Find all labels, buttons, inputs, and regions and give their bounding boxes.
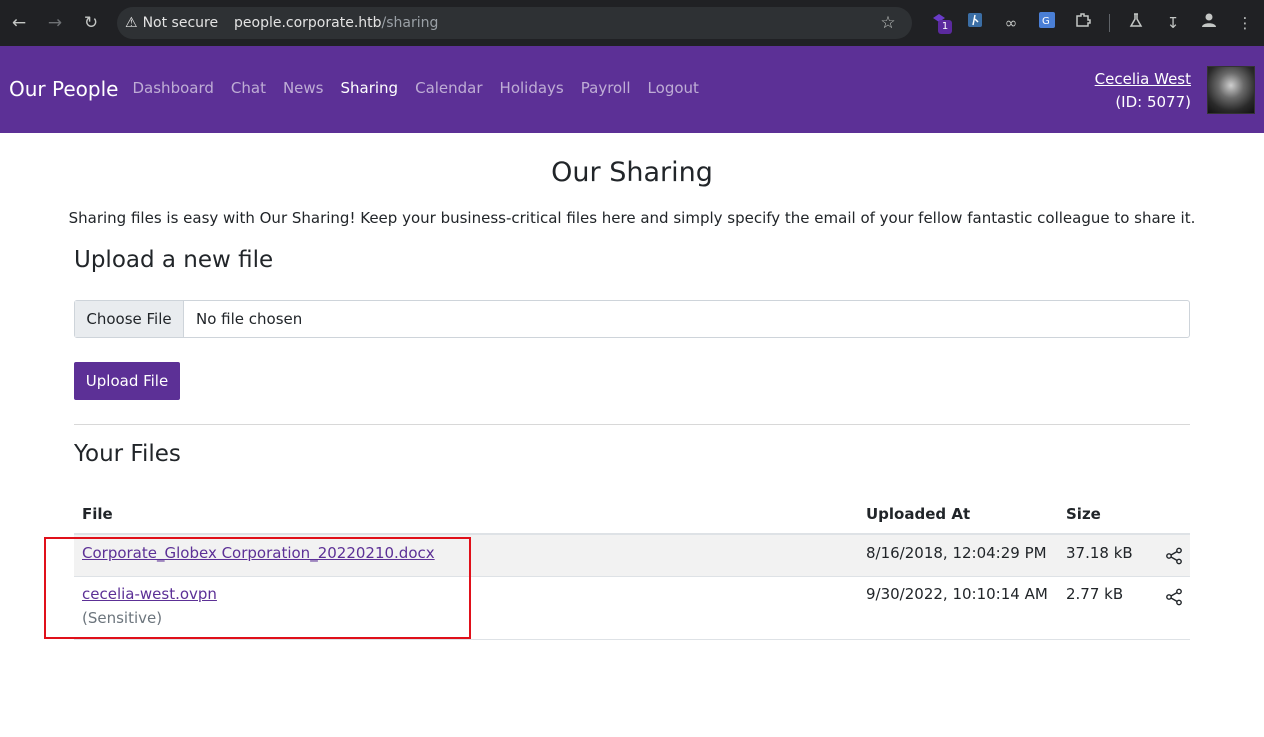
file-input[interactable]: Choose File No file chosen [74, 300, 1190, 338]
column-header-uploaded-at: Uploaded At [866, 505, 971, 523]
nav-link-logout[interactable]: Logout [639, 79, 707, 97]
url-text[interactable]: people.corporate.htb/sharing [234, 7, 438, 39]
user-info: Cecelia West (ID: 5077) [1095, 68, 1191, 114]
warning-triangle-icon: ⚠ [125, 15, 138, 31]
uploaded-at-value: 9/30/2022, 10:10:14 AM [866, 585, 1048, 603]
puzzle-icon[interactable] [1071, 11, 1095, 35]
download-icon[interactable]: ↧ [1161, 11, 1185, 35]
bookmark-star-icon[interactable]: ☆ [876, 11, 900, 35]
translate-icon[interactable]: G [1035, 11, 1059, 35]
no-file-chosen-text: No file chosen [196, 310, 303, 328]
nav-link-news[interactable]: News [274, 79, 332, 97]
nav-link-calendar[interactable]: Calendar [407, 79, 491, 97]
upload-file-button[interactable]: Upload File [74, 362, 180, 400]
size-value: 37.18 kB [1066, 544, 1133, 562]
extension-walker-icon[interactable] [963, 11, 987, 35]
url-path: /sharing [381, 15, 439, 31]
forward-arrow-icon[interactable]: → [43, 11, 67, 35]
nav-link-chat[interactable]: Chat [222, 79, 274, 97]
profile-icon[interactable] [1197, 11, 1221, 35]
page-title: Our Sharing [551, 157, 713, 188]
divider [74, 424, 1190, 425]
choose-file-button[interactable]: Choose File [75, 301, 184, 337]
flask-shape [1129, 13, 1143, 27]
row-border [74, 639, 1190, 640]
url-host: people.corporate.htb [234, 15, 382, 31]
nav-link-payroll[interactable]: Payroll [572, 79, 639, 97]
page-intro: Sharing files is easy with Our Sharing! … [68, 209, 1196, 227]
infinity-icon[interactable]: ∞ [999, 11, 1023, 35]
walker-shape [968, 13, 982, 27]
puzzle-shape [1076, 13, 1091, 27]
user-id: (ID: 5077) [1115, 93, 1191, 111]
toolbar-divider [1109, 14, 1110, 32]
share-icon[interactable] [1165, 588, 1183, 606]
address-bar[interactable]: ⚠ Not secure people.corporate.htb/sharin… [117, 7, 912, 39]
labs-flask-icon[interactable] [1124, 11, 1148, 35]
svg-text:G: G [1042, 16, 1050, 27]
translate-shape: G [1039, 12, 1055, 28]
extension-badge: 1 [938, 20, 952, 34]
nav-link-sharing[interactable]: Sharing [332, 79, 407, 97]
reload-icon[interactable]: ↻ [79, 11, 103, 35]
upload-heading: Upload a new file [74, 247, 274, 273]
browser-toolbar: ← → ↻ ⚠ Not secure people.corporate.htb/… [0, 0, 1264, 46]
not-secure-label: Not secure [142, 15, 219, 31]
not-secure-indicator[interactable]: ⚠ Not secure [125, 7, 218, 39]
nav-link-holidays[interactable]: Holidays [491, 79, 572, 97]
profile-shape [1202, 13, 1216, 27]
uploaded-at-value: 8/16/2018, 12:04:29 PM [866, 544, 1047, 562]
nav-links: Dashboard Chat News Sharing Calendar Hol… [124, 79, 707, 97]
site-navbar: Our People Dashboard Chat News Sharing C… [0, 46, 1264, 133]
kebab-menu-icon[interactable]: ⋮ [1233, 11, 1257, 35]
avatar[interactable] [1207, 66, 1255, 114]
size-value: 2.77 kB [1066, 585, 1124, 603]
your-files-heading: Your Files [74, 441, 181, 467]
back-arrow-icon[interactable]: ← [7, 11, 31, 35]
user-name-link[interactable]: Cecelia West [1095, 68, 1191, 91]
column-header-size: Size [1066, 505, 1101, 523]
brand-logo-text[interactable]: Our People [9, 77, 118, 101]
share-icon[interactable] [1165, 547, 1183, 565]
column-header-file: File [82, 505, 113, 523]
highlight-box [44, 537, 471, 639]
nav-link-dashboard[interactable]: Dashboard [124, 79, 222, 97]
